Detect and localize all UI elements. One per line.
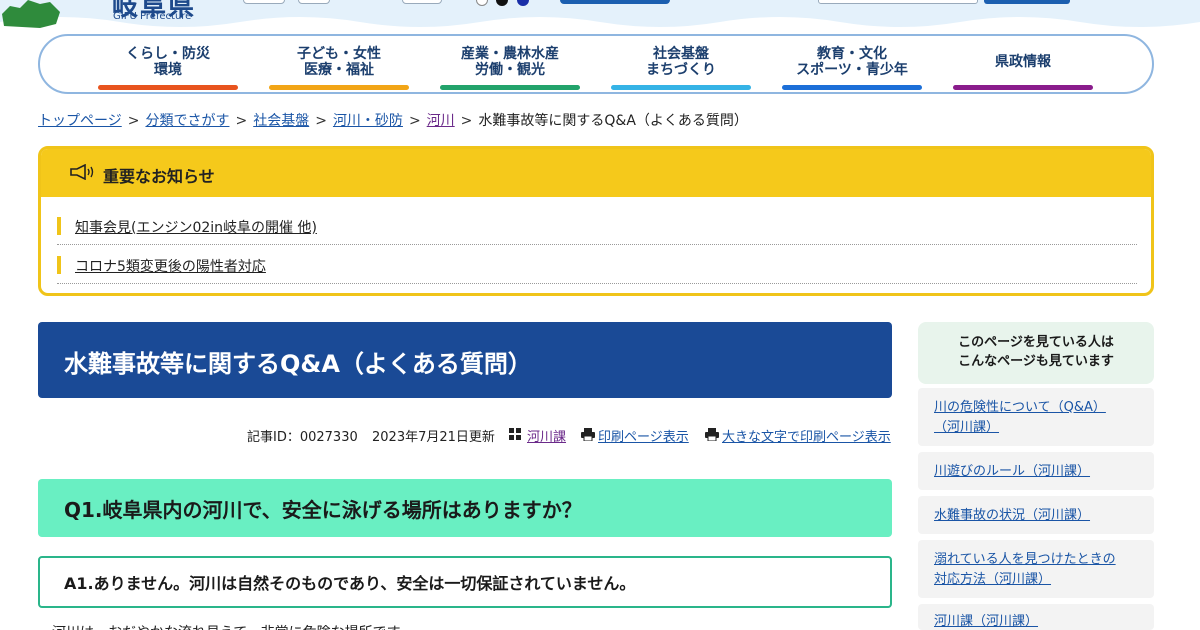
updated-date: 2023年7月21日更新 — [372, 430, 495, 445]
notice-header: 重要なお知らせ — [41, 149, 1151, 197]
notice-link[interactable]: コロナ5類変更後の陽性者対応 — [75, 256, 266, 276]
sidebar-item: 川の危険性について（Q&A） （河川課） — [918, 388, 1154, 446]
notice-item: 知事会見(エンジン02in岐阜の開催 他) — [57, 207, 1137, 245]
sidebar-link[interactable]: 溺れている人を見つけたときの 対応方法（河川課） — [934, 552, 1116, 587]
gnav-color-bar — [269, 85, 409, 90]
printer-icon — [705, 428, 719, 441]
sidebar-item: 河川課（河川課） — [918, 604, 1154, 630]
gnav-item-infrastructure[interactable]: 社会基盤 まちづくり — [611, 44, 751, 90]
notice-item: コロナ5類変更後の陽性者対応 — [57, 246, 1137, 284]
important-notice: 重要なお知らせ 知事会見(エンジン02in岐阜の開催 他) コロナ5類変更後の陽… — [38, 146, 1154, 296]
breadcrumb-link-top[interactable]: トップページ — [38, 113, 122, 129]
gnav-color-bar — [98, 85, 238, 90]
header-button[interactable] — [298, 0, 330, 4]
notice-link[interactable]: 知事会見(エンジン02in岐阜の開催 他) — [75, 217, 317, 237]
breadcrumb-link-infrastructure[interactable]: 社会基盤 — [253, 113, 309, 129]
body-text: 河川は、おだやかな流れ見えて、非常に危険な場所です。 — [52, 622, 413, 630]
notice-title: 重要なお知らせ — [103, 167, 215, 186]
header-button[interactable] — [243, 0, 285, 4]
breadcrumb-separator: > — [235, 113, 248, 129]
megaphone-icon — [70, 164, 94, 180]
site-header: 岐阜県 GIFU Prefecture — [0, 0, 1200, 30]
gnav-item-education[interactable]: 教育・文化 スポーツ・青少年 — [782, 44, 922, 90]
gnav-label: 県政情報 — [995, 54, 1051, 70]
sidebar-heading-line: このページを見ている人は — [958, 335, 1114, 350]
gnav-color-bar — [953, 85, 1093, 90]
breadcrumb-separator: > — [315, 113, 327, 129]
gnav-label: 子ども・女性 — [297, 46, 381, 62]
search-button[interactable] — [984, 0, 1070, 4]
gnav-label: まちづくり — [646, 62, 716, 78]
department-icon — [509, 428, 521, 440]
answer-box: A1.ありません。河川は自然そのものであり、安全は一切保証されていません。 — [38, 556, 892, 608]
gnav-label: スポーツ・青少年 — [796, 62, 908, 78]
sidebar-link-text: （河川課） — [934, 420, 1000, 435]
breadcrumb-link-category[interactable]: 分類でさがす — [145, 113, 229, 129]
notice-marker — [57, 217, 61, 235]
gnav-color-bar — [782, 85, 922, 90]
breadcrumb-link-river[interactable]: 河川 — [427, 113, 455, 129]
gnav-label: 産業・農林水産 — [461, 46, 559, 62]
page-title: 水難事故等に関するQ&A（よくある質問） — [38, 322, 892, 398]
sidebar-link-text: 川の危険性について（Q&A） — [934, 400, 1106, 415]
sidebar-heading: このページを見ている人は こんなページも見ています — [918, 322, 1154, 384]
print-page-link[interactable]: 印刷ページ表示 — [598, 426, 689, 445]
gnav-label: くらし・防災 — [126, 46, 210, 62]
notice-marker — [57, 256, 61, 274]
gnav-label: 医療・福祉 — [304, 62, 374, 78]
gnav-color-bar — [611, 85, 751, 90]
printer-icon — [581, 428, 595, 441]
gnav-item-government[interactable]: 県政情報 — [953, 44, 1093, 90]
sidebar-item: 溺れている人を見つけたときの 対応方法（河川課） — [918, 540, 1154, 598]
global-nav: くらし・防災 環境 子ども・女性 医療・福祉 産業・農林水産 労働・観光 社会基… — [38, 34, 1154, 94]
header-button[interactable] — [402, 0, 442, 4]
breadcrumb-separator: > — [408, 113, 421, 129]
sidebar-item: 水難事故の状況（河川課） — [918, 496, 1154, 534]
sidebar-link[interactable]: 川遊びのルール（河川課） — [934, 464, 1090, 479]
sidebar-link-text: 溺れている人を見つけたときの — [934, 552, 1116, 567]
breadcrumb-separator: > — [127, 113, 140, 129]
breadcrumb: トップページ > 分類でさがす > 社会基盤 > 河川・砂防 > 河川 > 水難事故等に関するQ&A… — [38, 110, 748, 130]
gnav-item-children[interactable]: 子ども・女性 医療・福祉 — [269, 44, 409, 90]
gnav-item-industry[interactable]: 産業・農林水産 労働・観光 — [440, 44, 580, 90]
sidebar-heading-line: こんなページも見ています — [958, 354, 1114, 369]
gnav-item-life[interactable]: くらし・防災 環境 — [98, 44, 238, 90]
breadcrumb-current: 水難事故等に関するQ&A（よくある質問） — [478, 113, 748, 129]
header-language-button[interactable] — [560, 0, 670, 4]
sidebar-item: 川遊びのルール（河川課） — [918, 452, 1154, 490]
gifu-map-logo-icon[interactable] — [0, 0, 62, 28]
question-heading: Q1.岐阜県内の河川で、安全に泳げる場所はありますか？ — [38, 479, 892, 537]
record-id: 記事ID：0027330 — [247, 430, 358, 445]
sidebar-link[interactable]: 川の危険性について（Q&A） （河川課） — [934, 400, 1106, 435]
gnav-label: 社会基盤 — [653, 46, 709, 62]
gnav-label: 労働・観光 — [475, 62, 545, 78]
sidebar-link[interactable]: 水難事故の状況（河川課） — [934, 508, 1090, 523]
gnav-color-bar — [440, 85, 580, 90]
breadcrumb-separator: > — [460, 113, 473, 129]
sidebar-link-text: 対応方法（河川課） — [934, 572, 1052, 587]
gnav-label: 環境 — [154, 62, 182, 78]
department-link[interactable]: 河川課 — [527, 426, 566, 445]
sidebar-link[interactable]: 河川課（河川課） — [934, 614, 1038, 629]
search-input[interactable] — [818, 0, 978, 4]
breadcrumb-link-river-sabo[interactable]: 河川・砂防 — [333, 113, 403, 129]
site-logo-english: GIFU Prefecture — [113, 11, 192, 22]
gnav-label: 教育・文化 — [817, 46, 887, 62]
print-large-text-link[interactable]: 大きな文字で印刷ページ表示 — [722, 426, 891, 445]
